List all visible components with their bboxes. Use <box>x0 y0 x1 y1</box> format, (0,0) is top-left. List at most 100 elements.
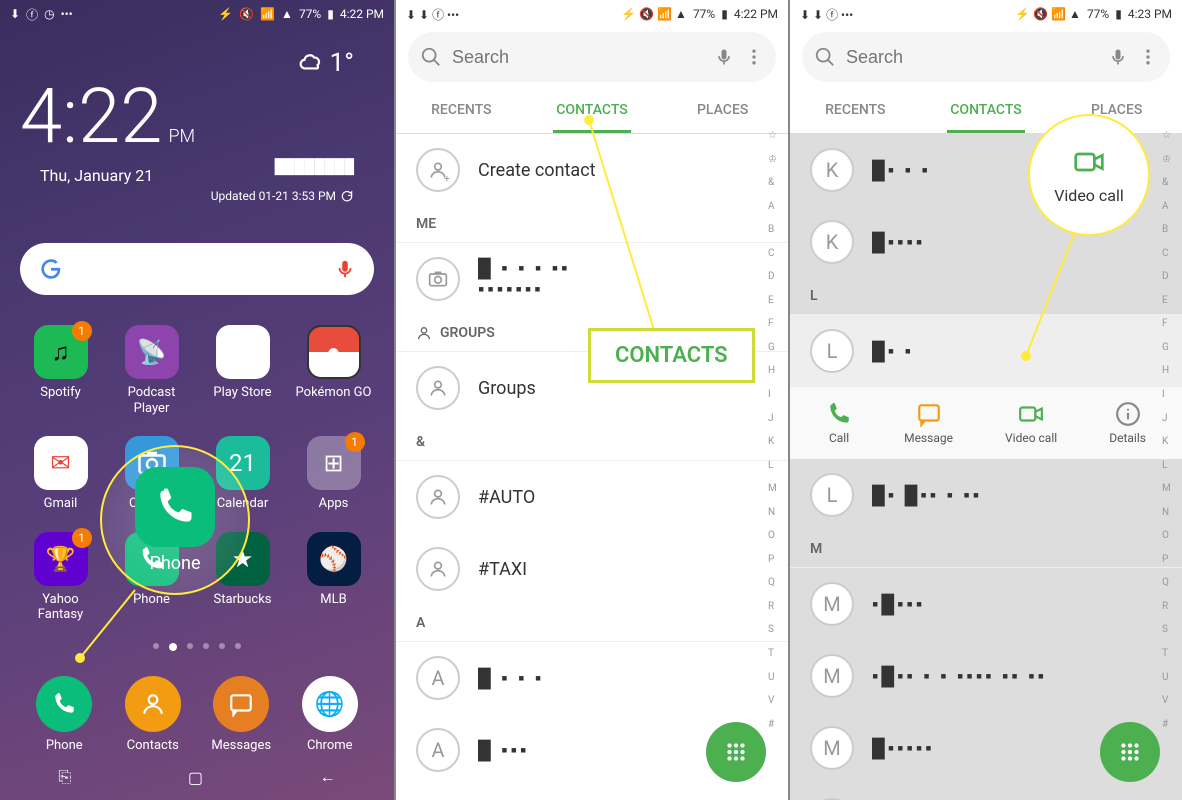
clock-min: 22 <box>78 78 162 154</box>
dock-messages[interactable]: Messages <box>197 676 286 754</box>
mic-icon[interactable] <box>714 47 734 67</box>
contact-k1[interactable]: K █▪ ▪ ▪ <box>790 134 1182 206</box>
app-spotify[interactable]: ♫1 Spotify <box>20 325 101 416</box>
tabs: RECENTS CONTACTS PLACES <box>790 86 1182 134</box>
clock-date: Thu, January 21 <box>40 166 153 185</box>
app-pokemon[interactable]: ● Pokémon GO <box>293 325 374 416</box>
contact-name-redacted: ▪█▪▪▪ <box>872 594 925 615</box>
mic-icon[interactable] <box>334 258 356 280</box>
recents-button[interactable]: ⎘ <box>58 767 71 787</box>
avatar-letter: M <box>810 726 854 770</box>
search-bar[interactable] <box>408 32 776 82</box>
avatar-letter: K <box>810 220 854 264</box>
contact-m1[interactable]: M ▪█▪▪▪ <box>790 568 1182 640</box>
contact-name-redacted: █ ▪ ▪ ▪ ▪▪▪▪▪▪▪▪▪ <box>478 258 571 300</box>
dock-contacts[interactable]: Contacts <box>109 676 198 754</box>
app-mlb[interactable]: ⚾ MLB <box>293 532 374 623</box>
contact-me[interactable]: █ ▪ ▪ ▪ ▪▪▪▪▪▪▪▪▪ <box>396 243 788 315</box>
dock-phone[interactable]: Phone <box>20 676 109 754</box>
weather-city: ████████ <box>275 158 354 185</box>
clock-widget[interactable]: 1° 4:22 PM Thu, January 21 ████████ Upda… <box>0 28 394 223</box>
contact-list[interactable]: K █▪ ▪ ▪ K █▪▪▪▪ L L █▪ ▪ Call Message V… <box>790 134 1182 800</box>
contact-name-redacted: █ ▪ ▪ ▪ <box>478 668 544 689</box>
add-contact-icon: + <box>416 148 460 192</box>
details-button[interactable]: Details <box>1109 401 1146 445</box>
tab-places[interactable]: PLACES <box>657 86 788 133</box>
video-call-button[interactable]: Video call <box>1005 401 1057 445</box>
app-gmail[interactable]: ✉ Gmail <box>20 436 101 512</box>
dock: Phone Contacts Messages 🌐 Chrome <box>0 676 394 754</box>
call-button[interactable]: Call <box>826 401 852 445</box>
more-notifications-icon: ••• <box>61 7 73 21</box>
dialpad-fab[interactable] <box>1100 722 1160 782</box>
search-input[interactable] <box>452 47 704 68</box>
video-icon <box>1018 401 1044 427</box>
clock-ampm: PM <box>168 128 195 146</box>
contact-auto[interactable]: #AUTO <box>396 461 788 533</box>
tab-recents[interactable]: RECENTS <box>790 86 921 133</box>
contact-l-selected[interactable]: L █▪ ▪ <box>790 315 1182 387</box>
badge: 1 <box>72 321 92 341</box>
page-indicator <box>0 643 394 651</box>
info-icon <box>1115 401 1141 427</box>
app-playstore[interactable]: ▶ Play Store <box>202 325 283 416</box>
status-bar: ⬇ ⬇ ⓕ ••• ⚡ 🔇 📶 ▲ 77% ▮ 4:23 PM <box>790 0 1182 28</box>
dock-chrome[interactable]: 🌐 Chrome <box>286 676 375 754</box>
avatar-letter: A <box>416 728 460 772</box>
app-grid: ♫1 Spotify 📡 Podcast Player ▶ Play Store… <box>0 315 394 633</box>
contact-m4[interactable]: M █▪▪ <box>790 784 1182 800</box>
search-input[interactable] <box>846 47 1098 68</box>
contact-list[interactable]: + Create contact ME █ ▪ ▪ ▪ ▪▪▪▪▪▪▪▪▪ GR… <box>396 134 788 800</box>
tab-contacts[interactable]: CONTACTS <box>921 86 1052 133</box>
contact-taxi[interactable]: #TAXI <box>396 533 788 605</box>
contact-name-redacted: █▪ █▪▪ ▪ ▪▪ <box>872 485 982 506</box>
app-calendar[interactable]: 21 Calendar <box>202 436 283 512</box>
section-a: A <box>396 605 788 642</box>
message-button[interactable]: Message <box>904 401 953 445</box>
tab-contacts[interactable]: CONTACTS <box>527 86 658 133</box>
dialpad-icon <box>1117 739 1143 765</box>
contact-l2[interactable]: L █▪ █▪▪ ▪ ▪▪ <box>790 459 1182 531</box>
mic-icon[interactable] <box>1108 47 1128 67</box>
contact-k2[interactable]: K █▪▪▪▪ <box>790 206 1182 278</box>
avatar-letter: L <box>810 329 854 373</box>
app-folder[interactable]: ⊞1 Apps <box>293 436 374 512</box>
person-icon <box>416 366 460 410</box>
google-search-bar[interactable] <box>20 243 374 295</box>
home-screen: ⬇ ⓕ ◷ ••• ⚡ 🔇 📶 ▲ 77% ▮ 4:22 PM 1° 4:22 … <box>0 0 394 800</box>
bluetooth-icon: ⚡ <box>218 7 233 21</box>
contact-name-redacted: █▪ ▪ ▪ <box>872 160 931 181</box>
message-icon <box>916 401 942 427</box>
contact-m2[interactable]: M ▪█▪▪ ▪ ▪ ▪▪▪▪ ▪▪ ▪▪ <box>790 640 1182 712</box>
tab-places[interactable]: PLACES <box>1051 86 1182 133</box>
dialpad-fab[interactable] <box>706 722 766 782</box>
contact-name-redacted: █▪ ▪ <box>872 341 914 362</box>
alpha-index[interactable]: ☆♔&ABCDEFGHIJKLMNOPQRSTUV# <box>768 130 786 730</box>
callout-dot-3 <box>1021 351 1031 361</box>
app-podcast[interactable]: 📡 Podcast Player <box>111 325 192 416</box>
back-button[interactable]: ← <box>320 767 336 787</box>
app-yahoo[interactable]: 🏆1 Yahoo Fantasy <box>20 532 101 623</box>
more-icon[interactable] <box>1138 47 1158 67</box>
person-icon <box>416 475 460 519</box>
alpha-index[interactable]: ☆♔&ABCDEFGHIJKLMNOPQRSTUV# <box>1162 130 1180 730</box>
search-bar[interactable] <box>802 32 1170 82</box>
avatar-letter: K <box>810 148 854 192</box>
section-amp: & <box>396 424 788 461</box>
create-contact[interactable]: + Create contact <box>396 134 788 206</box>
status-bar: ⬇ ⓕ ◷ ••• ⚡ 🔇 📶 ▲ 77% ▮ 4:22 PM <box>0 0 394 28</box>
avatar-letter: A <box>416 656 460 700</box>
avatar-letter: L <box>810 473 854 517</box>
home-button[interactable]: ▢ <box>188 768 203 787</box>
app-camera[interactable]: Camera <box>111 436 192 512</box>
contact-a1[interactable]: A █ ▪ ▪ ▪ <box>396 642 788 714</box>
tab-recents[interactable]: RECENTS <box>396 86 527 133</box>
app-phone-grid[interactable]: Phone <box>111 532 192 623</box>
avatar-letter: M <box>810 654 854 698</box>
status-bar: ⬇ ⬇ ⓕ ••• ⚡ 🔇 📶 ▲ 77% ▮ 4:22 PM <box>396 0 788 28</box>
signal-icon: ▲ <box>281 7 293 21</box>
weather-updated: Updated 01-21 3:53 PM <box>211 189 336 203</box>
app-starbucks[interactable]: ★ Starbucks <box>202 532 283 623</box>
more-icon[interactable] <box>744 47 764 67</box>
tabs: RECENTS CONTACTS PLACES <box>396 86 788 134</box>
